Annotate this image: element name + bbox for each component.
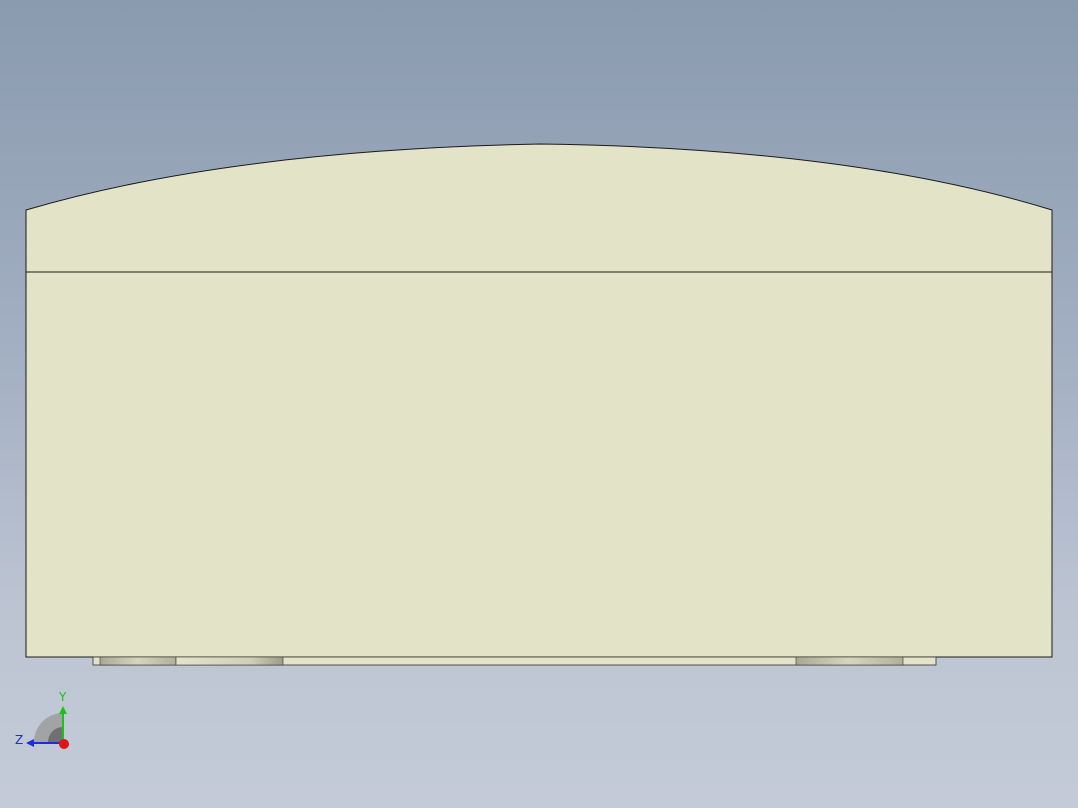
z-axis-arrowhead <box>26 739 34 747</box>
z-axis-label: Z <box>15 733 23 747</box>
model-part[interactable] <box>25 143 1053 666</box>
foot-left-outer <box>99 656 177 666</box>
y-axis-arrowhead <box>59 706 67 714</box>
y-axis-label: Y <box>58 690 67 704</box>
model-base-feet[interactable] <box>92 656 937 666</box>
model-body-face[interactable] <box>25 271 1053 658</box>
x-axis-dot <box>59 739 69 749</box>
graphics-viewport[interactable]: Y Z <box>0 0 1078 808</box>
model-lid-face[interactable] <box>25 143 1053 273</box>
foot-left-inner <box>175 656 284 666</box>
reference-triad: Y Z <box>15 690 69 749</box>
foot-right <box>795 656 904 666</box>
